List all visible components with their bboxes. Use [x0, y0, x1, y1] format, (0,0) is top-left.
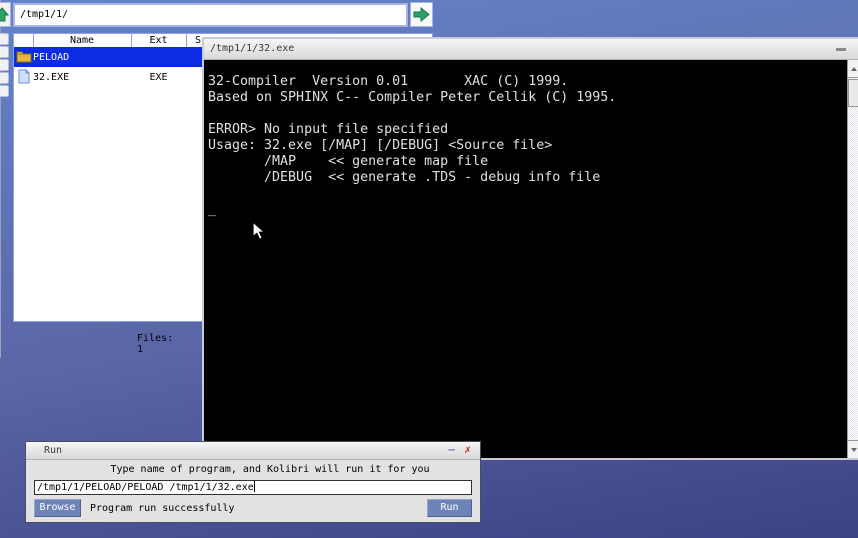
console-window: /tmp1/1/32.exe 32-Compiler Version 0.01 … [202, 37, 858, 460]
drive-button[interactable] [0, 72, 9, 84]
close-icon[interactable]: ✗ [464, 442, 471, 458]
console-line: 32-Compiler Version 0.01 XAC (C) 1999. [208, 74, 569, 89]
browse-button[interactable]: Browse [34, 499, 81, 517]
minimize-icon[interactable]: – [448, 442, 455, 458]
run-instruction: Type name of program, and Kolibri will r… [110, 464, 430, 475]
console-content: 32-Compiler Version 0.01 XAC (C) 1999. Ba… [204, 60, 858, 458]
console-line: /MAP << generate map file [208, 154, 489, 169]
console-line: ERROR> No input file specified [208, 122, 449, 137]
folder-icon [16, 51, 32, 63]
console-output: 32-Compiler Version 0.01 XAC (C) 1999. Ba… [204, 60, 858, 218]
run-dialog-title: Run [44, 445, 63, 456]
right-arrow-icon [413, 7, 430, 22]
run-dialog: Run – ✗ Type name of program, and Kolibr… [25, 441, 481, 523]
console-line: Usage: 32.exe [/MAP] [/DEBUG] <Source fi… [208, 138, 553, 153]
scrollbar[interactable] [847, 60, 858, 458]
file-name: 32.EXE [33, 72, 70, 83]
drive-buttons [0, 33, 9, 98]
column-header-ext[interactable]: Ext [131, 35, 186, 46]
file-manager-window: /tmp1/1/ Name Ext S PELOAD 32.EXE EXE Fi… [0, 0, 433, 358]
run-dialog-titlebar[interactable]: Run – ✗ [26, 442, 480, 460]
drive-button[interactable] [0, 85, 9, 97]
column-header-size[interactable]: S [195, 35, 201, 46]
mouse-cursor-icon [252, 221, 266, 241]
minimize-icon[interactable] [836, 48, 846, 51]
drive-button[interactable] [0, 59, 9, 71]
run-button[interactable]: Run [427, 499, 472, 517]
desktop: /tmp1/1/ Name Ext S PELOAD 32.EXE EXE Fi… [0, 0, 858, 538]
up-directory-button[interactable] [0, 2, 11, 27]
go-button[interactable] [410, 2, 433, 27]
file-ext: EXE [149, 72, 168, 83]
console-line: Based on SPHINX C-- Compiler Peter Celli… [208, 90, 617, 105]
drive-button[interactable] [0, 33, 9, 45]
column-separator [186, 34, 187, 47]
console-title: /tmp1/1/32.exe [210, 43, 295, 54]
console-titlebar[interactable]: /tmp1/1/32.exe [204, 39, 858, 60]
run-status-text: Program run successfully [90, 503, 235, 514]
address-input[interactable]: /tmp1/1/ [13, 3, 408, 27]
scroll-up-icon[interactable] [848, 60, 858, 78]
text-caret [253, 481, 255, 492]
program-path-value: /tmp1/1/PELOAD/PELOAD /tmp1/1/32.exe [37, 482, 254, 493]
files-count-status: Files: 1 [137, 333, 174, 355]
console-line: /DEBUG << generate .TDS - debug info fil… [208, 170, 601, 185]
scroll-down-icon[interactable] [848, 440, 858, 458]
up-arrow-icon [0, 6, 10, 21]
drive-button[interactable] [0, 46, 9, 58]
program-path-input[interactable]: /tmp1/1/PELOAD/PELOAD /tmp1/1/32.exe [34, 480, 472, 495]
file-icon [18, 69, 30, 84]
file-name: PELOAD [33, 52, 70, 63]
console-line: _ [208, 202, 217, 217]
column-header-name[interactable]: Name [33, 35, 131, 46]
scroll-thumb[interactable] [848, 79, 858, 107]
